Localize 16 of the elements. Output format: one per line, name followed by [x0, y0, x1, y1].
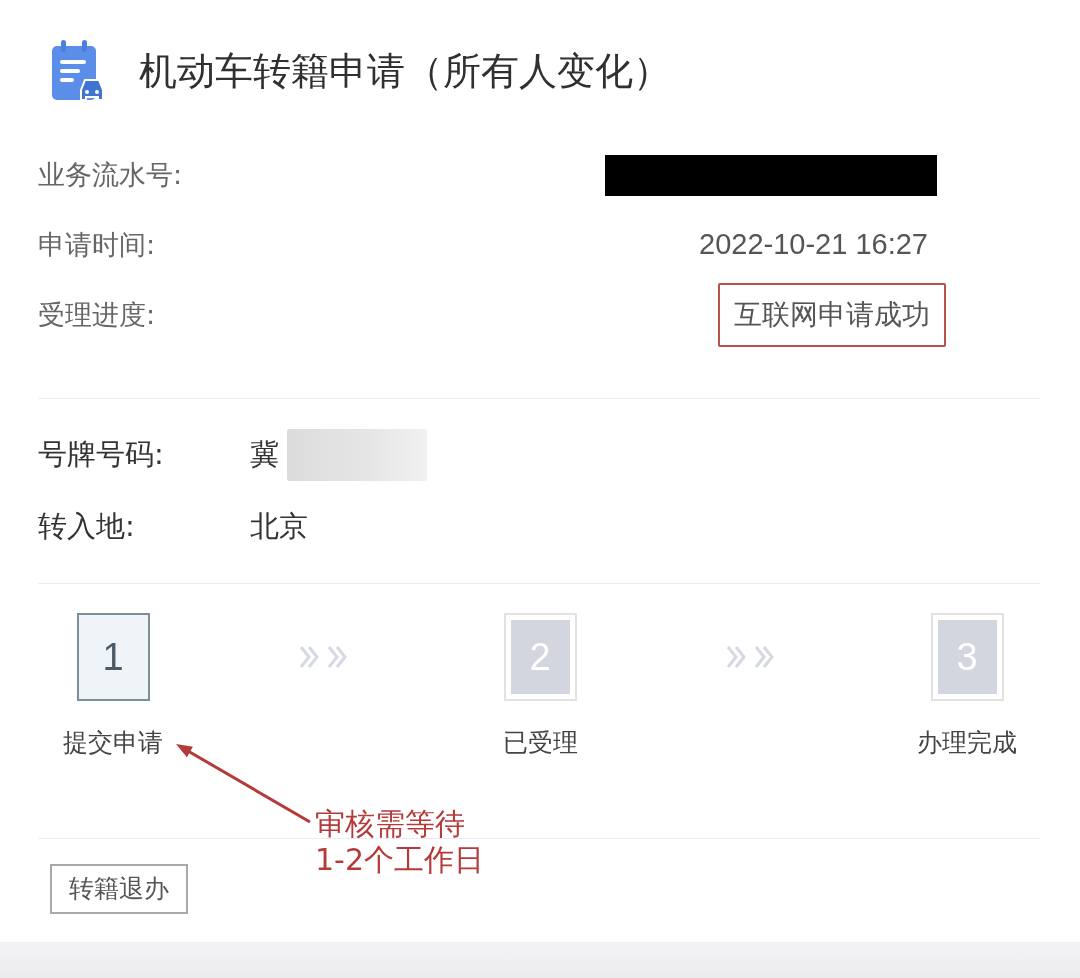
- field-value: 2022-10-21 16:27: [699, 227, 928, 263]
- field-label: 业务流水号:: [38, 157, 183, 192]
- field-label: 受理进度:: [38, 297, 156, 332]
- page-title: 机动车转籍申请（所有人变化）: [139, 48, 671, 95]
- field-value: 冀: [250, 436, 279, 474]
- field-value: 北京: [250, 508, 308, 546]
- step-label: 提交申请: [63, 728, 163, 758]
- step-label: 已受理: [502, 728, 578, 758]
- field-label: 号牌号码:: [38, 436, 165, 474]
- withdraw-button[interactable]: 转籍退办: [50, 864, 188, 914]
- step-label: 办理完成: [917, 728, 1017, 758]
- field-label: 申请时间:: [38, 227, 156, 262]
- field-label: 转入地:: [38, 508, 136, 546]
- status-tag: 互联网申请成功: [718, 283, 946, 347]
- step-number: 1: [76, 613, 150, 701]
- annotation-text: 审核需等待 1-2个工作日: [315, 806, 484, 878]
